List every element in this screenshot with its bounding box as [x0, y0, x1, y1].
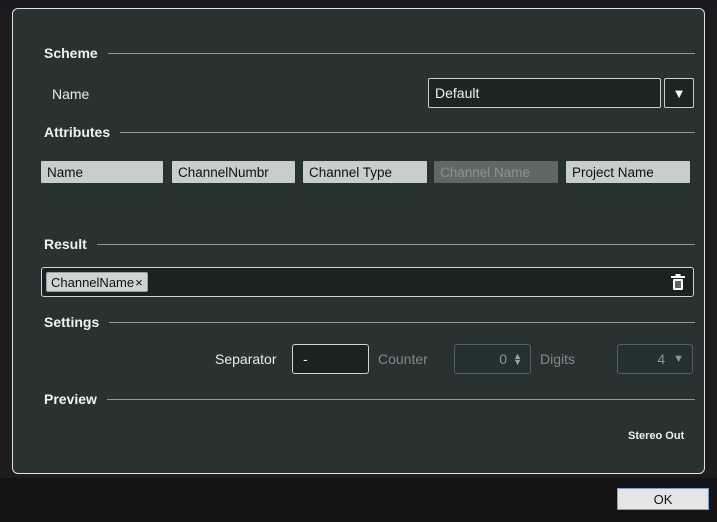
digits-select: 4 ▼ — [617, 344, 693, 374]
dialog-footer — [0, 478, 717, 522]
scheme-dropdown-value[interactable]: Default — [428, 78, 661, 108]
attributes-section-header: Attributes — [44, 124, 695, 140]
section-divider — [120, 131, 695, 133]
section-divider — [96, 243, 695, 245]
digits-label: Digits — [540, 351, 576, 367]
section-divider — [109, 321, 695, 323]
result-tag-channel-name[interactable]: ChannelName × — [46, 272, 148, 292]
spinner-arrows-icon: ▲ ▼ — [513, 351, 522, 367]
result-token-field[interactable]: ChannelName × — [41, 267, 694, 297]
trash-icon[interactable] — [671, 274, 685, 290]
attribute-chip-channel-type[interactable]: Channel Type — [303, 161, 427, 183]
section-divider — [106, 398, 695, 400]
ok-button[interactable]: OK — [617, 488, 709, 510]
result-section-header: Result — [44, 236, 695, 252]
digits-value: 4 — [657, 351, 666, 367]
result-section-title: Result — [44, 236, 87, 252]
preview-section-title: Preview — [44, 391, 97, 407]
preview-section-header: Preview — [44, 391, 695, 407]
separator-input[interactable]: - — [292, 344, 369, 374]
counter-stepper: 0 ▲ ▼ — [454, 344, 531, 374]
attribute-chip-project-name[interactable]: Project Name — [566, 161, 690, 183]
attribute-chip-channel-name: Channel Name — [434, 161, 558, 183]
settings-section-header: Settings — [44, 314, 695, 330]
attribute-chip-name[interactable]: Name — [41, 161, 163, 183]
chevron-down-icon: ▼ — [672, 85, 686, 101]
scheme-dropdown[interactable]: Default ▼ — [428, 78, 694, 108]
scheme-name-label: Name — [52, 86, 90, 102]
settings-section-title: Settings — [44, 314, 100, 330]
attribute-chip-channel-number[interactable]: ChannelNumbr — [172, 161, 295, 183]
counter-label: Counter — [378, 351, 428, 367]
counter-value: 0 — [499, 351, 508, 367]
scheme-section-title: Scheme — [44, 45, 98, 61]
close-icon[interactable]: × — [135, 275, 143, 290]
section-divider — [107, 52, 695, 54]
separator-label: Separator — [215, 351, 277, 367]
attributes-section-title: Attributes — [44, 124, 111, 140]
preview-output-text: Stereo Out — [628, 430, 685, 442]
result-tag-label: ChannelName — [51, 274, 135, 290]
chevron-down-icon: ▼ — [673, 353, 684, 365]
dropdown-arrow-button[interactable]: ▼ — [664, 78, 694, 108]
scheme-section-header: Scheme — [44, 45, 695, 61]
